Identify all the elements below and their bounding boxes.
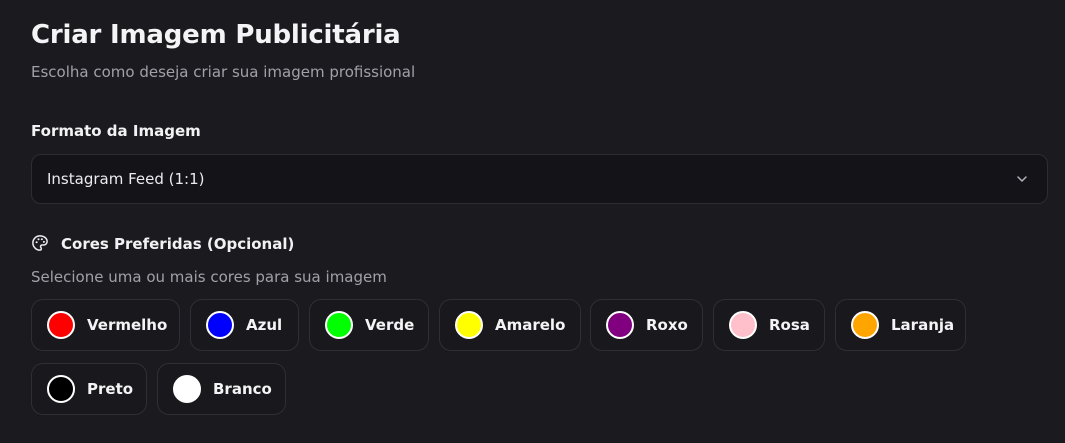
color-option-rosa[interactable]: Rosa	[713, 299, 825, 351]
color-option-label: Vermelho	[87, 316, 168, 334]
color-swatch	[729, 311, 757, 339]
chevron-down-icon	[1017, 176, 1027, 182]
format-select-value: Instagram Feed (1:1)	[47, 170, 205, 188]
color-swatch	[206, 311, 234, 339]
color-option-label: Rosa	[769, 316, 810, 334]
color-option-verde[interactable]: Verde	[309, 299, 429, 351]
color-option-vermelho[interactable]: Vermelho	[31, 299, 180, 351]
palette-icon	[32, 235, 48, 251]
color-option-branco[interactable]: Branco	[157, 363, 286, 415]
color-option-label: Azul	[246, 316, 283, 334]
color-option-label: Roxo	[646, 316, 688, 334]
color-option-label: Amarelo	[495, 316, 566, 334]
colors-hint: Selecione uma ou mais cores para sua ima…	[31, 268, 387, 286]
color-option-label: Verde	[365, 316, 415, 334]
page-subtitle: Escolha como deseja criar sua imagem pro…	[31, 63, 416, 81]
format-select[interactable]: Instagram Feed (1:1)	[31, 154, 1048, 204]
color-option-laranja[interactable]: Laranja	[835, 299, 966, 351]
color-swatch	[47, 375, 75, 403]
color-option-azul[interactable]: Azul	[190, 299, 299, 351]
color-option-preto[interactable]: Preto	[31, 363, 147, 415]
color-option-amarelo[interactable]: Amarelo	[439, 299, 581, 351]
color-option-label: Preto	[87, 380, 134, 398]
color-option-label: Laranja	[891, 316, 955, 334]
color-swatch	[455, 311, 483, 339]
create-ad-image-panel: Criar Imagem Publicitária Escolha como d…	[0, 0, 1065, 443]
color-option-roxo[interactable]: Roxo	[590, 299, 703, 351]
color-swatch	[47, 311, 75, 339]
color-swatch	[173, 375, 201, 403]
colors-label: Cores Preferidas (Opcional)	[61, 235, 295, 253]
color-swatch	[325, 311, 353, 339]
color-option-label: Branco	[213, 380, 272, 398]
page-title: Criar Imagem Publicitária	[31, 20, 401, 50]
format-label: Formato da Imagem	[31, 122, 201, 140]
color-swatch	[851, 311, 879, 339]
color-swatch	[606, 311, 634, 339]
